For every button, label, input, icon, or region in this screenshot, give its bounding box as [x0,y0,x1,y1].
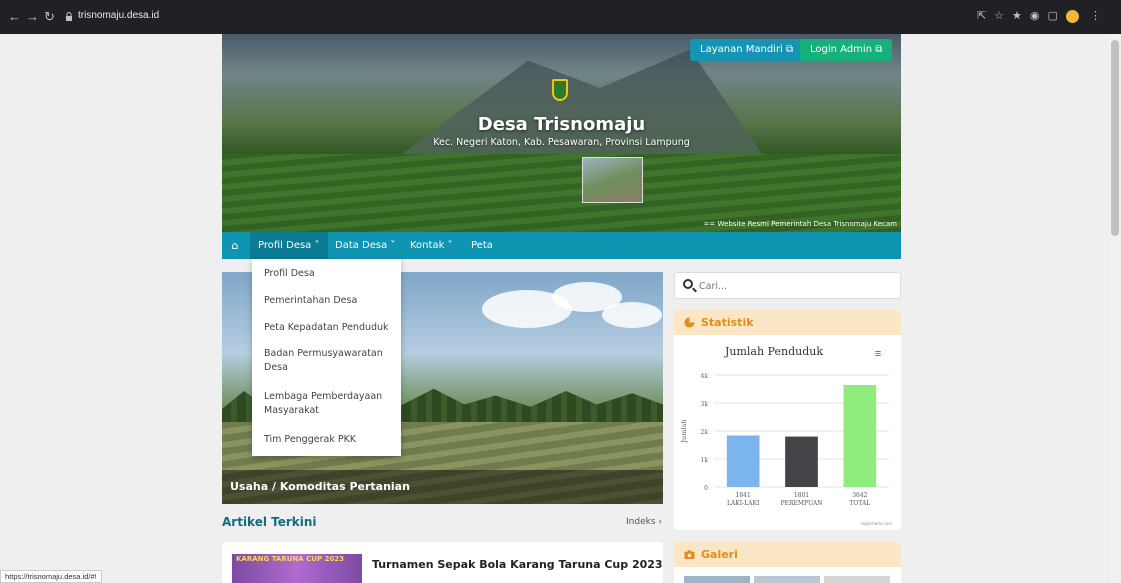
search-box[interactable] [674,272,901,299]
profile-avatar[interactable] [1065,9,1079,23]
home-icon[interactable]: ⌂ [222,232,248,259]
pie-chart-icon [684,317,695,328]
artikel-heading: Artikel Terkini [222,515,317,529]
bar-total [843,385,877,487]
dropdown-item-pkk[interactable]: Tim Penggerak PKK [264,433,394,447]
back-icon[interactable]: ← [8,9,21,24]
browser-toolbar: ← → ↻ trisnomaju.desa.id ⇱☆★◉▢ ⋮ [0,0,1121,34]
browser-actions: ⇱☆★◉▢ ⋮ [977,9,1109,23]
share-icon[interactable]: ⇱ [977,10,994,22]
y-tick-label: 3k [701,401,709,408]
y-tick-label: 4k [701,373,709,380]
dropdown-item-bpd[interactable]: Badan Permusyawaratan Desa [264,347,394,375]
bar-value-label: 1801 [794,492,809,499]
galeri-header: Galeri [674,542,901,567]
chart-menu-icon[interactable]: ≡ [875,348,881,360]
y-tick-label: 2k [701,429,709,436]
login-admin-button[interactable]: Login Admin ⧉ [800,39,893,61]
indeks-link[interactable]: Indeks › [626,517,662,527]
galeri-grid [674,567,901,583]
x-tick-label: PEREMPUAN [781,500,823,507]
x-tick-label: LAKI-LAKI [727,500,760,507]
running-text: == Website Resmi Pemerintah Desa Trisnom… [703,220,897,228]
page-viewport: Layanan Mandiri ⧉ Login Admin ⧉ Desa Tri… [0,34,1121,583]
search-input[interactable] [699,278,889,294]
chart-credit: Highcharts.com [861,521,893,526]
dropdown-item-pemerintahan[interactable]: Pemerintahan Desa [264,294,394,308]
statistik-chart: Jumlah Penduduk ≡ 0 1k 2k 3k 4k Jumlah 1841 LAKI-… [674,335,901,530]
status-bar-url: https://trisnomaju.desa.id/#! [0,570,102,583]
profil-desa-dropdown: Profil Desa Pemerintahan Desa Peta Kepad… [252,259,401,456]
site-header: Layanan Mandiri ⧉ Login Admin ⧉ Desa Tri… [222,34,901,232]
camera-icon [684,550,695,560]
bar-value-label: 1841 [736,492,751,499]
main-nav: ⌂ Profil Desa ˄ Data Desa ˅ Kontak ˅ Pet… [222,232,901,259]
dropdown-item-peta-kepadatan[interactable]: Peta Kepadatan Penduduk [264,321,394,335]
statistik-header: Statistik [674,310,901,335]
population-chart: Jumlah Penduduk ≡ 0 1k 2k 3k 4k Jumlah 1841LAKI-… [680,345,893,526]
star-icon[interactable]: ☆ [994,10,1012,22]
article-title[interactable]: Turnamen Sepak Bola Karang Taruna Cup 20… [372,558,663,571]
bar-perempuan [785,436,818,487]
address-bar[interactable]: trisnomaju.desa.id [78,10,159,21]
bar-laki-laki [726,435,760,487]
nav-profil-desa[interactable]: Profil Desa ˄ [250,232,328,259]
chart-title: Jumlah Penduduk [724,345,823,358]
gallery-item[interactable] [754,576,820,583]
y-tick-label: 0 [704,485,708,492]
extension-icon[interactable]: ★ [1012,10,1030,22]
sidepanel-icon[interactable]: ▢ [1048,10,1066,22]
slider-caption: Usaha / Komoditas Pertanian [222,470,663,504]
menu-icon[interactable]: ⋮ [1090,10,1109,22]
y-axis-label: Jumlah [680,419,688,443]
village-logo [552,79,568,101]
forward-icon[interactable]: → [26,9,39,24]
media-icon[interactable]: ◉ [1030,10,1048,22]
gallery-item[interactable] [824,576,890,583]
layanan-mandiri-button[interactable]: Layanan Mandiri ⧉ [690,39,804,61]
page-scrollbar[interactable] [1109,34,1121,583]
nav-peta[interactable]: Peta [463,232,501,259]
bar-value-label: 3642 [852,492,867,499]
article-thumbnail[interactable]: KARANG TARUNA CUP 2023 [232,554,362,583]
article-card[interactable]: KARANG TARUNA CUP 2023 Turnamen Sepak Bo… [222,542,663,583]
header-photo [582,157,643,203]
x-tick-label: TOTAL [849,500,870,507]
site-title: Desa Trisnomaju [477,114,646,135]
search-icon [683,279,693,289]
reload-icon[interactable]: ↻ [44,9,55,25]
nav-data-desa[interactable]: Data Desa ˅ [327,232,403,259]
lock-icon [66,12,72,21]
nav-kontak[interactable]: Kontak ˅ [402,232,461,259]
dropdown-item-lpm[interactable]: Lembaga Pemberdayaan Masyarakat [264,390,394,418]
gallery-item[interactable] [684,576,750,583]
dropdown-item-profil-desa[interactable]: Profil Desa [264,267,394,281]
y-tick-label: 1k [701,457,709,464]
site-subtitle: Kec. Negeri Katon, Kab. Pesawaran, Provi… [433,137,690,148]
